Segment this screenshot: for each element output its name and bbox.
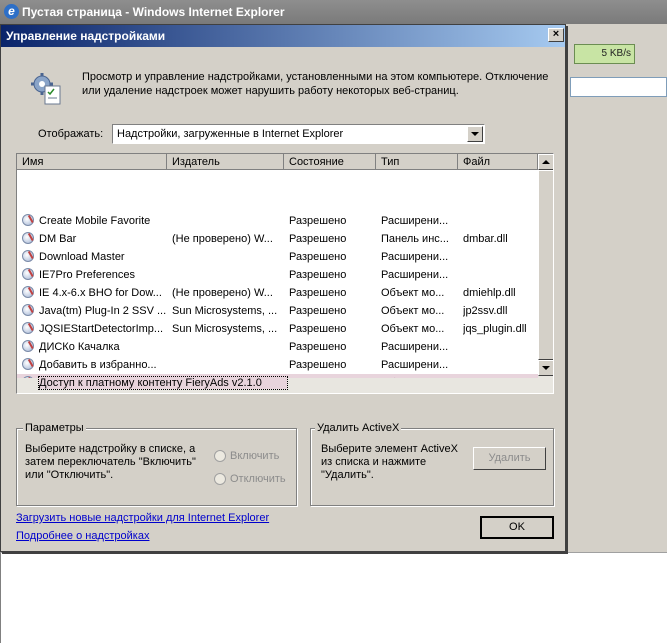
table-row[interactable]: DM Bar (Не проверено) W... Разрешено Панель… [17,230,538,248]
cell-file: dmiehlp.dll [463,287,516,299]
table-row[interactable]: IE 4.x-6.x BHO for Dow... (Не проверено) … [17,284,538,302]
cell-type: Объект мо... [381,287,445,299]
addon-icon [22,214,34,226]
cell-name: IE 4.x-6.x BHO for Dow... [39,287,162,299]
dialog-title-bar: Управление надстройками × [1,25,565,47]
table-row[interactable]: Create Mobile Favorite Разрешено Расширени… [17,212,538,230]
scroll-down-button[interactable] [538,360,553,376]
addon-icon [22,358,34,370]
params-title: Параметры [23,422,86,434]
cell-state: Разрешено [289,215,347,227]
dropdown-arrow-button[interactable] [467,126,483,142]
chevron-down-icon [471,132,479,136]
cell-file: jqs_plugin.dll [463,323,527,335]
cell-name: Доступ к платному контенту FieryAds v2.1… [38,376,288,390]
cell-type: Расширени... [381,215,449,227]
cell-state: Разрешено [289,305,347,317]
cell-type: Панель инс... [381,233,449,245]
enable-radio[interactable] [214,450,226,462]
table-row[interactable]: Добавить в избранно... Разрешено Расширени… [17,356,538,374]
get-addons-link[interactable]: Загрузить новые надстройки для Internet … [16,512,269,524]
cell-name: Java(tm) Plug-In 2 SSV ... [39,305,167,317]
table-row[interactable]: IE7Pro Preferences Разрешено Расширени... [17,266,538,284]
column-header-publisher[interactable]: Издатель [167,154,284,170]
table-row[interactable]: JQSIEStartDetectorImp... Sun Microsystems… [17,320,538,338]
cell-publisher: (Не проверено) W... [172,233,273,245]
disable-label: Отключить [230,473,286,485]
column-header-file[interactable]: Файл [458,154,538,170]
cell-name: DM Bar [39,233,77,245]
ie-title-bar: e Пустая страница - Windows Internet Exp… [0,0,667,24]
cell-state: Разрешено [289,269,347,281]
cell-type: Объект мо... [381,323,445,335]
show-dropdown[interactable]: Надстройки, загруженные в Internet Explo… [112,124,485,144]
disable-radio[interactable] [214,473,226,485]
addon-icon [22,340,34,352]
ie-page-content [0,552,667,643]
cell-type: Расширени... [381,359,449,371]
chevron-down-icon [542,366,550,370]
close-button[interactable]: × [548,28,564,42]
addon-icon [22,268,34,280]
ok-button[interactable]: OK [480,516,554,539]
cell-state: Разрешено [289,251,347,263]
delete-button[interactable]: Удалить [473,447,546,470]
show-label: Отображать: [38,128,104,140]
cell-state: Разрешено [289,287,347,299]
dialog-description: Просмотр и управление надстройками, уста… [82,71,549,97]
addon-icon [22,232,34,244]
ie-address-bar[interactable] [570,77,667,97]
scroll-thumb[interactable] [538,170,553,360]
cell-state: Разрешено [289,341,347,353]
vertical-scrollbar[interactable] [538,154,553,393]
addon-icon [22,304,34,316]
learn-more-link[interactable]: Подробнее о надстройках [16,530,149,542]
addons-list: Имя Издатель Состояние Тип Файл Create M… [16,153,554,394]
cell-publisher: (Не проверено) W... [172,287,273,299]
cell-type: Объект мо... [381,305,445,317]
ie-window-title: Пустая страница - Windows Internet Explo… [22,5,285,19]
params-text: Выберите надстройку в списке, а затем пе… [25,443,196,481]
cell-state: Разрешено [289,233,347,245]
list-header: Имя Издатель Состояние Тип Файл [17,154,538,170]
cell-file: dmbar.dll [463,233,508,245]
cell-publisher: Sun Microsystems, ... [172,305,278,317]
column-header-state[interactable]: Состояние [284,154,376,170]
dialog-title: Управление надстройками [6,29,166,43]
cell-name: Download Master [39,251,125,263]
download-speed-indicator: 5 KB/s [574,44,635,64]
cell-file: jp2ssv.dll [463,305,508,317]
cell-type: Расширени... [381,269,449,281]
table-row[interactable]: Java(tm) Plug-In 2 SSV ... Sun Microsyste… [17,302,538,320]
column-header-type[interactable]: Тип [376,154,458,170]
scroll-up-button[interactable] [538,154,553,170]
activex-text: Выберите элемент ActiveX из списка и наж… [321,443,458,481]
cell-name: Create Mobile Favorite [39,215,151,227]
cell-type: Расширени... [381,251,449,263]
chevron-up-icon [542,160,550,164]
column-header-name[interactable]: Имя [17,154,167,170]
addon-icon [22,286,34,298]
cell-type: Расширени... [381,341,449,353]
cell-name: IE7Pro Preferences [39,269,135,281]
activex-title: Удалить ActiveX [315,422,402,434]
ie-logo-icon: e [4,4,19,19]
cell-state: Разрешено [289,323,347,335]
cell-name: ДИСКо Качалка [39,341,120,353]
addon-icon [22,250,34,262]
enable-label: Включить [230,450,280,462]
cell-state: Разрешено [289,359,347,371]
table-row[interactable]: ДИСКо Качалка Разрешено Расширени... [17,338,538,356]
manage-addons-dialog: Управление надстройками × Просмотр и упр… [0,24,566,552]
table-row[interactable]: Download Master Разрешено Расширени... [17,248,538,266]
cell-publisher: Sun Microsystems, ... [172,323,278,335]
cell-name: Добавить в избранно... [39,359,157,371]
gear-icon [31,73,61,105]
addon-icon [22,322,34,334]
show-dropdown-value: Надстройки, загруженные в Internet Explo… [117,128,344,140]
cell-name: JQSIEStartDetectorImp... [39,323,164,335]
